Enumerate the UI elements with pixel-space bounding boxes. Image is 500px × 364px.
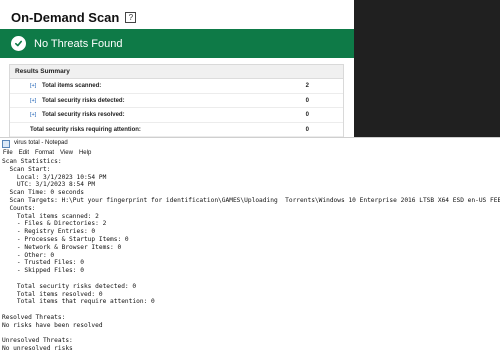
text-line: - Network & Browser Items: 0 xyxy=(2,243,122,251)
result-value: 0 xyxy=(305,97,309,104)
results-summary-panel: Results Summary [+] Total items scanned:… xyxy=(9,64,344,137)
text-line: Total items resolved: 0 xyxy=(2,290,103,298)
text-line: Resolved Threats: xyxy=(2,313,66,321)
menu-help[interactable]: Help xyxy=(79,149,91,158)
text-line xyxy=(0,275,500,283)
result-value: 2 xyxy=(305,83,309,89)
expand-toggle[interactable]: [+] xyxy=(30,79,36,93)
text-line: - Processes & Startup Items: 0 xyxy=(2,235,129,243)
text-line: Scan Targets: H:\Put your fingerprint fo… xyxy=(2,196,500,204)
check-circle-icon xyxy=(11,36,26,51)
result-label: Total items scanned: xyxy=(42,83,102,89)
result-row-requiring-attention: Total security risks requiring attention… xyxy=(10,123,343,137)
status-banner: No Threats Found xyxy=(0,29,354,58)
status-text: No Threats Found xyxy=(34,37,123,50)
result-row-risks-detected: [+] Total security risks detected: 0 xyxy=(10,94,343,108)
text-line: Counts: xyxy=(2,204,36,212)
result-label: Total security risks resolved: xyxy=(42,112,125,118)
result-row-items-scanned: [+] Total items scanned: 2 xyxy=(10,79,343,94)
help-icon[interactable]: ? xyxy=(125,11,137,23)
text-line: Local: 3/1/2023 10:54 PM xyxy=(2,173,107,181)
text-line: Total items that require attention: 0 xyxy=(2,298,155,306)
text-line: - Registry Entries: 0 xyxy=(2,228,96,236)
text-line: Scan Start: xyxy=(2,165,51,173)
notepad-window: virus total - Notepad File Edit Format V… xyxy=(0,137,500,364)
result-row-risks-resolved: [+] Total security risks resolved: 0 xyxy=(10,108,343,123)
notepad-icon xyxy=(2,139,10,148)
page-title: On-Demand Scan xyxy=(11,9,120,25)
menu-bar: File Edit Format View Help xyxy=(0,149,500,158)
text-line: No unresolved risks xyxy=(2,345,73,353)
text-line: Scan Statistics: xyxy=(2,158,62,165)
window-title: virus total - Notepad xyxy=(14,140,68,146)
expand-toggle[interactable]: [+] xyxy=(30,94,36,108)
text-line: No risks have been resolved xyxy=(2,321,103,329)
result-value: 0 xyxy=(305,112,309,118)
text-line: - Files & Directories: 2 xyxy=(2,220,107,228)
result-label: Total security risks detected: xyxy=(42,97,125,104)
text-line: UTC: 3/1/2023 8:54 PM xyxy=(2,181,96,189)
menu-edit[interactable]: Edit xyxy=(19,149,29,158)
menu-view[interactable]: View xyxy=(60,149,73,158)
expand-toggle[interactable]: [+] xyxy=(30,108,36,122)
text-line: Scan Time: 0 seconds xyxy=(2,189,84,197)
text-line xyxy=(0,306,500,314)
scan-header: On-Demand Scan ? xyxy=(11,7,137,27)
text-line xyxy=(0,330,500,338)
text-line: Total security risks detected: 0 xyxy=(2,282,137,290)
text-line: Unresolved Threats: xyxy=(2,337,73,345)
result-value: 0 xyxy=(305,126,309,133)
result-label: Total security risks requiring attention… xyxy=(30,126,141,133)
text-line: - Other: 0 xyxy=(2,251,55,259)
menu-file[interactable]: File xyxy=(3,149,13,158)
menu-format[interactable]: Format xyxy=(35,149,54,158)
text-line: Total items scanned: 2 xyxy=(2,212,99,220)
results-summary-header: Results Summary xyxy=(10,65,343,79)
notepad-titlebar[interactable]: virus total - Notepad xyxy=(0,138,500,149)
scan-window: On-Demand Scan ? No Threats Found Result… xyxy=(0,0,354,137)
text-line: - Skipped Files: 0 xyxy=(2,267,84,275)
text-editor[interactable]: Scan Statistics: Scan Start: Local: 3/1/… xyxy=(0,158,500,364)
background-area xyxy=(354,0,500,137)
text-line: - Trusted Files: 0 xyxy=(2,259,84,267)
